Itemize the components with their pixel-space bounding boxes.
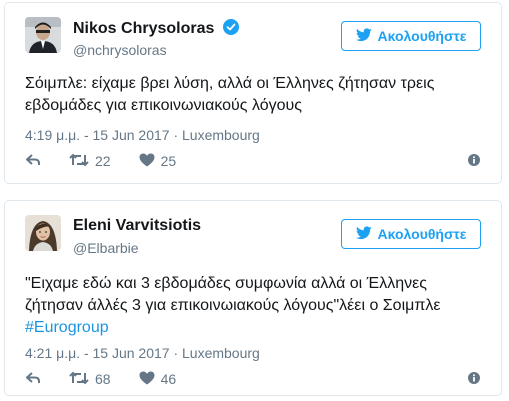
reply-button[interactable] (25, 153, 41, 170)
tweet-timestamp[interactable]: 4:19 μ.μ. - 15 Jun 2017 · Luxembourg (25, 127, 260, 143)
tweet-card: Nikos Chrysoloras @nchrysoloras Ακολουθή… (4, 2, 502, 184)
author-handle[interactable]: @Elbarbie (73, 240, 139, 256)
author-name[interactable]: Eleni Varvitsiotis (73, 217, 201, 235)
author-handle[interactable]: @nchrysoloras (73, 42, 167, 58)
info-icon[interactable] (467, 371, 481, 388)
reply-icon (25, 371, 41, 388)
retweet-count: 68 (95, 371, 111, 387)
avatar[interactable] (25, 17, 61, 53)
avatar[interactable] (25, 215, 61, 251)
like-count: 25 (160, 153, 177, 169)
tweet-text: Σόιμπλε: είχαμε βρει λύση, αλλά οι Έλλην… (25, 75, 435, 114)
verified-badge-icon (222, 19, 239, 40)
tweet-actions: 68 46 (25, 369, 481, 389)
retweet-icon (69, 153, 89, 170)
follow-button[interactable]: Ακολουθήστε (341, 21, 481, 51)
author-name-text[interactable]: Eleni Varvitsiotis (73, 217, 201, 234)
tweet-actions: 22 25 (25, 151, 481, 171)
retweet-count: 22 (95, 153, 111, 169)
like-button[interactable]: 46 (139, 371, 177, 388)
retweet-icon (69, 371, 89, 388)
tweet-timestamp[interactable]: 4:21 μ.μ. - 15 Jun 2017 · Luxembourg (25, 345, 260, 361)
follow-label: Ακολουθήστε (377, 28, 467, 44)
author-name-text[interactable]: Nikos Chrysoloras (73, 20, 214, 37)
reply-button[interactable] (25, 371, 41, 388)
twitter-bird-icon (355, 27, 372, 45)
author-name[interactable]: Nikos Chrysoloras (73, 19, 239, 40)
heart-icon (139, 153, 155, 170)
like-button[interactable]: 25 (139, 153, 177, 170)
tweet-card: Eleni Varvitsiotis @Elbarbie Ακολουθήστε… (4, 200, 502, 396)
follow-label: Ακολουθήστε (377, 226, 467, 242)
reply-icon (25, 153, 41, 170)
tweet-text: "Ειχαμε εδώ και 3 εβδομάδες συμφωνία αλλ… (25, 273, 487, 339)
tweet-text-body: "Ειχαμε εδώ και 3 εβδομάδες συμφωνία αλλ… (25, 275, 441, 314)
like-count: 46 (160, 371, 177, 387)
hashtag-link[interactable]: #Eurogroup (25, 317, 487, 339)
heart-icon (139, 371, 155, 388)
retweet-button[interactable]: 68 (69, 371, 111, 388)
twitter-bird-icon (355, 225, 372, 243)
follow-button[interactable]: Ακολουθήστε (341, 219, 481, 249)
info-icon[interactable] (467, 153, 481, 170)
retweet-button[interactable]: 22 (69, 153, 111, 170)
